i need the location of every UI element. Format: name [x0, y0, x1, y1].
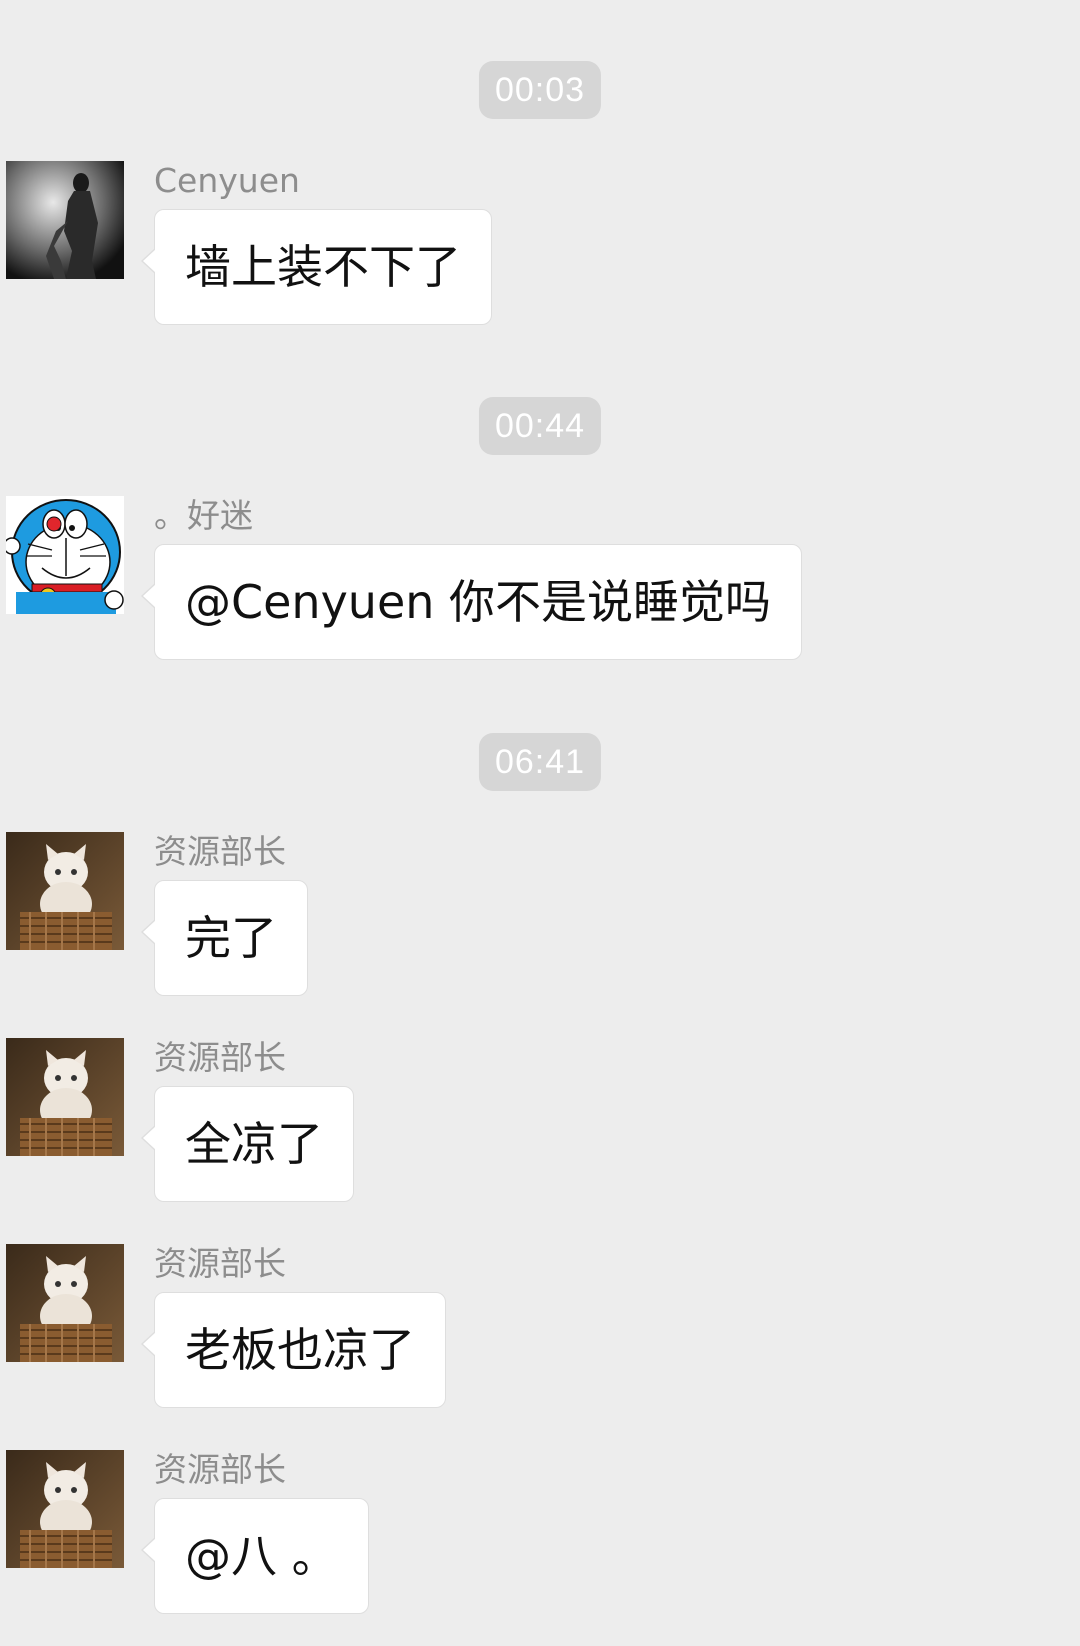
- timestamp: 00:44: [478, 397, 602, 455]
- sender-name: 资源部长: [154, 1450, 286, 1489]
- timestamp: 00:03: [478, 61, 602, 119]
- message-bubble[interactable]: 墙上装不下了: [141, 209, 492, 325]
- message-bubble[interactable]: @八 。: [141, 1498, 369, 1614]
- person-photo-avatar-icon: [6, 161, 124, 279]
- kitten-basket-avatar-icon: [6, 1244, 124, 1362]
- sender-name: 资源部长: [154, 832, 286, 871]
- avatar[interactable]: [6, 1450, 124, 1568]
- message-bubble[interactable]: 全凉了: [141, 1086, 354, 1202]
- timestamp: 06:41: [478, 733, 602, 791]
- avatar[interactable]: [6, 496, 124, 614]
- avatar[interactable]: [6, 161, 124, 279]
- avatar[interactable]: [6, 1038, 124, 1156]
- chat-view: 00:03 Cenyuen 墙上装不下了 00:44 。好迷 @Cenyuen …: [0, 0, 1080, 1646]
- kitten-basket-avatar-icon: [6, 1450, 124, 1568]
- message-bubble[interactable]: 完了: [141, 880, 308, 996]
- kitten-basket-avatar-icon: [6, 832, 124, 950]
- avatar[interactable]: [6, 1244, 124, 1362]
- kitten-basket-avatar-icon: [6, 1038, 124, 1156]
- sender-name: 。好迷: [154, 496, 253, 535]
- message-bubble[interactable]: @Cenyuen 你不是说睡觉吗: [140, 544, 803, 660]
- sender-name: 资源部长: [154, 1244, 286, 1283]
- doraemon-avatar-icon: [6, 496, 124, 614]
- sender-name: Cenyuen: [154, 161, 300, 200]
- avatar[interactable]: [6, 832, 124, 950]
- sender-name: 资源部长: [154, 1038, 286, 1077]
- message-bubble[interactable]: 老板也凉了: [141, 1292, 446, 1408]
